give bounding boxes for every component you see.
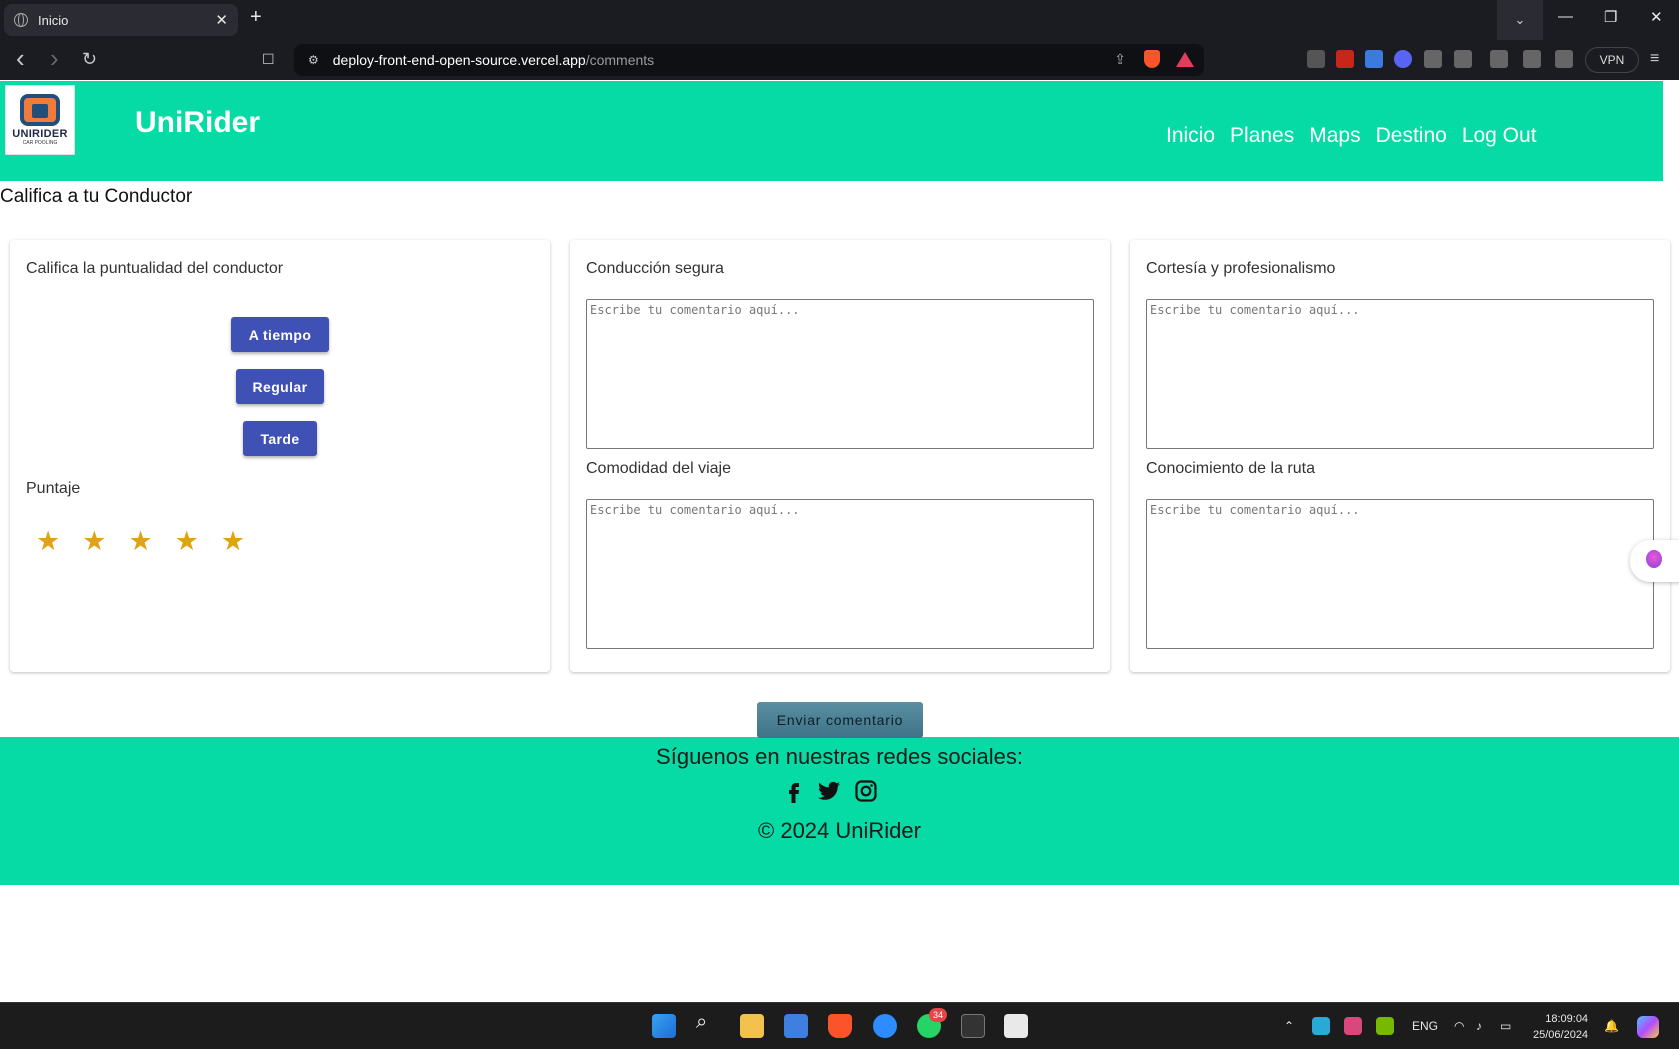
comfort-comment[interactable] <box>586 499 1094 649</box>
on-time-button[interactable]: A tiempo <box>231 317 329 352</box>
punctuality-card: Califica la puntualidad del conductor A … <box>10 240 550 672</box>
zoom-icon[interactable] <box>873 1014 897 1038</box>
browser-tab-bar: Inicio ✕ + ⌄ — ❐ ✕ <box>0 0 1679 40</box>
safe-driving-label: Conducción segura <box>586 260 724 277</box>
globe-icon <box>14 13 28 27</box>
notification-bell-icon[interactable]: 🔔 <box>1604 1019 1619 1033</box>
battery-icon[interactable]: ▭ <box>1500 1019 1511 1033</box>
wallet-icon[interactable] <box>1555 50 1573 68</box>
page-title: Califica a tu Conductor <box>0 186 193 207</box>
courtesy-route-card: Cortesía y profesionalismo Conocimiento … <box>1130 240 1670 672</box>
late-button[interactable]: Tarde <box>243 421 317 456</box>
star-rating: ★ ★ ★ ★ ★ <box>36 528 245 555</box>
new-tab-button[interactable]: + <box>250 6 262 29</box>
terminal-icon[interactable] <box>961 1014 985 1038</box>
brave-shields-icon[interactable] <box>1144 50 1160 68</box>
star-icon[interactable]: ★ <box>82 528 106 555</box>
url-host: deploy-front-end-open-source.vercel.app <box>332 52 586 68</box>
courtesy-label: Cortesía y profesionalismo <box>1146 260 1336 277</box>
route-knowledge-comment[interactable] <box>1146 499 1654 649</box>
brave-taskbar-icon[interactable] <box>828 1014 852 1038</box>
store-icon[interactable] <box>784 1014 808 1038</box>
pdf-icon[interactable] <box>1336 50 1354 68</box>
restore-button[interactable]: ❐ <box>1604 8 1617 26</box>
tab-search-button[interactable]: ⌄ <box>1497 0 1543 40</box>
tab-close-icon[interactable]: ✕ <box>215 11 228 29</box>
close-window-button[interactable]: ✕ <box>1650 8 1663 26</box>
clock-time: 18:09:04 <box>1545 1013 1589 1025</box>
search-icon[interactable]: ⌕ <box>696 1011 720 1035</box>
address-bar[interactable]: ⚙ deploy-front-end-open-source.vercel.ap… <box>294 44 1204 76</box>
courtesy-comment[interactable] <box>1146 299 1654 449</box>
reload-button[interactable]: ↻ <box>82 49 97 70</box>
assistant-bubble[interactable] <box>1630 540 1679 582</box>
clock[interactable]: 18:09:04 25/06/2024 <box>1533 1011 1588 1043</box>
forward-button[interactable]: › <box>50 43 59 74</box>
nav-maps[interactable]: Maps <box>1309 124 1360 148</box>
brand-title: UniRider <box>135 106 261 139</box>
safe-driving-comment[interactable] <box>586 299 1094 449</box>
file-explorer-icon[interactable] <box>740 1014 764 1038</box>
safety-comfort-card: Conducción segura Comodidad del viaje <box>570 240 1110 672</box>
assistant-icon <box>1646 550 1662 568</box>
regular-button[interactable]: Regular <box>236 369 324 404</box>
copilot-icon[interactable] <box>1637 1016 1659 1038</box>
unirider-logo[interactable]: UNIRIDER CAR POOLING <box>5 85 75 155</box>
minimize-button[interactable]: — <box>1558 8 1573 25</box>
score-label: Puntaje <box>26 480 81 497</box>
instagram-icon[interactable] <box>854 779 878 803</box>
bookmark-icon[interactable]: ☐ <box>262 51 275 68</box>
comfort-label: Comodidad del viaje <box>586 460 731 477</box>
submit-comment-button[interactable]: Enviar comentario <box>757 702 923 738</box>
site-info-icon[interactable]: ⚙ <box>308 53 319 67</box>
logo-subtext: CAR POOLING <box>22 140 58 146</box>
clock-date: 25/06/2024 <box>1533 1029 1589 1041</box>
language-indicator[interactable]: ENG <box>1412 1019 1438 1033</box>
tray-chevron-icon[interactable]: ⌃ <box>1284 1019 1294 1033</box>
nav-inicio[interactable]: Inicio <box>1166 124 1215 148</box>
tray-app2-icon[interactable] <box>1344 1017 1362 1035</box>
route-knowledge-label: Conocimiento de la ruta <box>1146 460 1315 477</box>
star-icon[interactable]: ★ <box>128 528 152 555</box>
download-icon[interactable] <box>1490 50 1508 68</box>
whatsapp-badge: 34 <box>929 1008 947 1022</box>
windows-start-icon[interactable] <box>652 1014 676 1038</box>
star-icon[interactable]: ★ <box>36 528 60 555</box>
twitter-icon[interactable] <box>817 779 841 803</box>
browser-tab[interactable]: Inicio ✕ <box>4 4 238 36</box>
reader-icon[interactable] <box>1307 50 1325 68</box>
car-logo-icon <box>20 94 60 126</box>
vpn-button[interactable]: VPN <box>1585 47 1639 73</box>
share-icon[interactable]: ⇪ <box>1114 51 1126 68</box>
wifi-icon[interactable]: ◠ <box>1454 1019 1464 1033</box>
punctuality-label: Califica la puntualidad del conductor <box>26 260 284 277</box>
tray-app-icon[interactable] <box>1312 1017 1330 1035</box>
menu-icon[interactable]: ≡ <box>1650 50 1668 68</box>
nav-planes[interactable]: Planes <box>1230 124 1294 148</box>
facebook-icon[interactable] <box>782 779 806 803</box>
logo-text: UNIRIDER <box>12 128 68 140</box>
back-button[interactable]: ‹ <box>16 43 25 74</box>
music-icon[interactable] <box>1454 50 1472 68</box>
extensions-icon[interactable] <box>1424 50 1442 68</box>
sidebar-icon[interactable] <box>1523 50 1541 68</box>
star-icon[interactable]: ★ <box>175 528 199 555</box>
volume-icon[interactable]: ♪ <box>1476 1019 1482 1033</box>
tab-title: Inicio <box>38 12 69 28</box>
follow-text: Síguenos en nuestras redes sociales: <box>656 744 1023 769</box>
copyright: © 2024 UniRider <box>758 818 921 843</box>
brave-rewards-icon[interactable] <box>1176 52 1194 67</box>
main-nav: Inicio Planes Maps Destino Log Out <box>1166 124 1537 148</box>
nvidia-icon[interactable] <box>1376 1017 1394 1035</box>
url-path: /comments <box>585 52 655 68</box>
snipping-tool-icon[interactable] <box>1004 1014 1028 1038</box>
discord-icon[interactable] <box>1394 50 1412 68</box>
nav-logout[interactable]: Log Out <box>1462 124 1537 148</box>
star-icon[interactable]: ★ <box>221 528 245 555</box>
translate-icon[interactable] <box>1365 50 1383 68</box>
nav-destino[interactable]: Destino <box>1376 124 1447 148</box>
